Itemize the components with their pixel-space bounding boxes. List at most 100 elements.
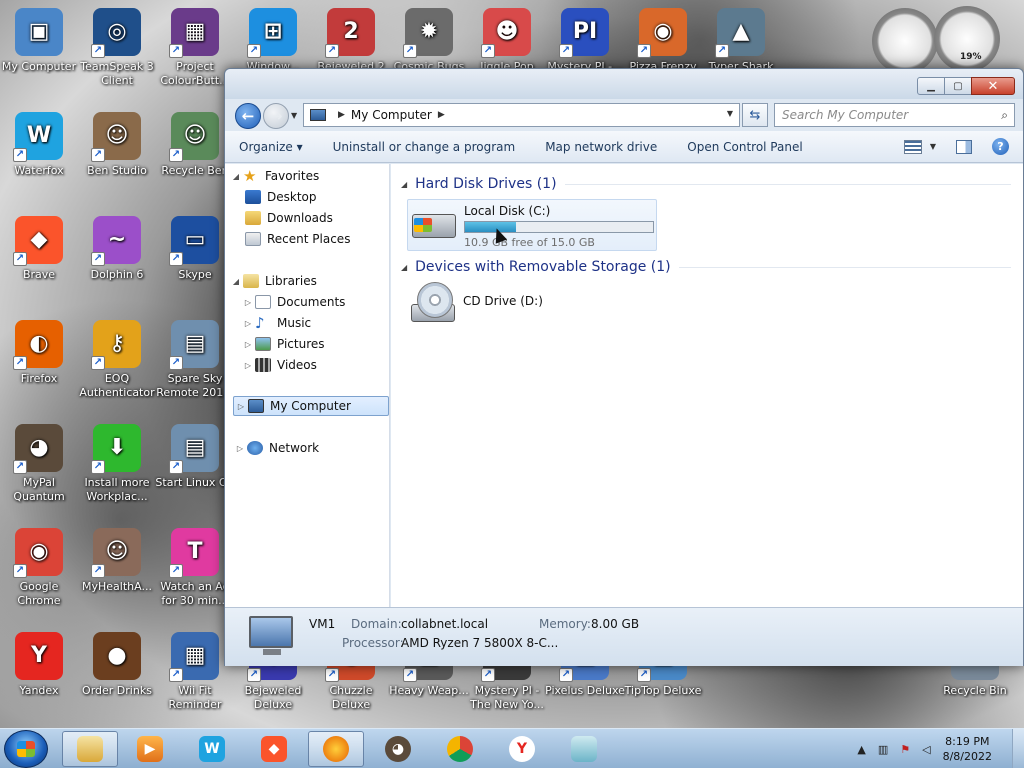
action-center-icon[interactable]: ⚑ [900,743,910,756]
address-text[interactable]: My Computer [351,108,432,122]
open-control-panel-button[interactable]: Open Control Panel [687,140,802,154]
myhealth-icon: ☺ ↗ [91,528,141,578]
desktop-icon-watch-ad[interactable]: T ↗ Watch an Ad for 30 min... [156,528,234,626]
back-button[interactable]: ← [235,103,261,129]
collapsed-triangle-icon[interactable]: ▷ [233,444,247,453]
group-hard-disk-drives[interactable]: ◢ Hard Disk Drives (1) [401,176,1011,192]
desktop-icon-mypal[interactable]: ◕ ↗ MyPal Quantum [0,424,78,522]
breadcrumb-chevron-icon[interactable]: ▶ [438,110,445,120]
clock[interactable]: 8:19 PM 8/8/2022 [943,734,992,764]
collapsed-triangle-icon[interactable]: ▷ [241,319,255,328]
minimize-button[interactable]: ▁ [917,77,945,95]
desktop-icon-label: Heavy Weap... [389,684,469,697]
desktop-icon-label: EOQ Authenticator [79,372,155,399]
pictures-icon [255,337,271,351]
taskbar-mypal[interactable]: ◕ [370,731,426,767]
help-icon[interactable]: ? [992,138,1009,155]
desktop-icon-label: Install more Workplac... [84,476,150,503]
desktop-icon-firefox[interactable]: ◐ ↗ Firefox [0,320,78,418]
nav-favorites[interactable]: ◢ ★ Favorites [229,166,319,186]
start-button[interactable] [4,730,48,768]
taskbar-waterfox[interactable]: W [184,731,240,767]
desktop-icon-waterfox[interactable]: W ↗ Waterfox [0,112,78,210]
nav-music[interactable]: ▷ ♪ Music [241,313,311,333]
jiggle-pop-icon: ☻ ↗ [481,8,531,58]
view-options-dropdown-icon[interactable]: ▼ [930,142,936,151]
desktop-icon-linux[interactable]: ▤ ↗ Start Linux OS [155,424,235,522]
address-dropdown-icon[interactable]: ▼ [727,109,733,118]
coffee-icon: ● [93,632,141,680]
taskbar-chrome[interactable] [432,731,488,767]
desktop-icon-project[interactable]: ▦ ↗ Project ColourButt... [156,8,234,106]
desktop-icon-skype[interactable]: ▭ ↗ Skype [156,216,234,314]
breadcrumb-chevron-icon[interactable]: ▶ [338,110,345,120]
hard-drive-icon [408,200,460,246]
desktop-icon-install[interactable]: ⬇ ↗ Install more Workplac... [78,424,156,522]
search-icon[interactable]: ⌕ [1001,108,1008,123]
drive-d[interactable]: CD Drive (D:) [407,282,657,334]
taskbar-explorer[interactable] [62,731,118,767]
collapsed-triangle-icon[interactable]: ▷ [241,340,255,349]
taskbar-brave[interactable]: ◆ [246,731,302,767]
expanded-triangle-icon[interactable]: ◢ [229,277,243,286]
close-button[interactable]: ✕ [971,77,1015,95]
collapsed-triangle-icon[interactable]: ▷ [241,361,255,370]
desktop-icon-dolphin[interactable]: ~ ↗ Dolphin 6 [78,216,156,314]
recent-pages-dropdown[interactable]: ▼ [291,111,297,120]
desktop-icon-brave[interactable]: ◆ ↗ Brave [0,216,78,314]
taskbar-notepad[interactable] [556,731,612,767]
uninstall-program-button[interactable]: Uninstall or change a program [333,140,516,154]
collapsed-triangle-icon[interactable]: ▷ [241,298,255,307]
desktop-icon-myhealth[interactable]: ☺ ↗ MyHealthA... [78,528,156,626]
refresh-button[interactable]: ⇆ [742,103,768,127]
change-view-icon[interactable] [903,139,922,154]
expanded-triangle-icon[interactable]: ◢ [229,172,243,181]
desktop-icon-key[interactable]: ⚷ ↗ EOQ Authenticator [78,320,156,418]
nav-network[interactable]: ▷ Network [233,438,319,458]
shortcut-arrow-icon: ↗ [559,668,573,682]
group-removable-storage[interactable]: ◢ Devices with Removable Storage (1) [401,259,1011,275]
nav-pictures[interactable]: ▷ Pictures [241,334,325,354]
desktop-icon-calendar[interactable]: ▦ ↗ Wii Fit Reminder [156,632,234,730]
nav-recent-places[interactable]: Recent Places [245,229,350,249]
desktop-icon-ben-studio[interactable]: ☺ ↗ Ben Studio [78,112,156,210]
explorer-window: ▁ ▢ ✕ ← → ▼ ▶ My Computer ▶ ▼ ⇆ Search M… [224,68,1024,666]
expanded-triangle-icon[interactable]: ◢ [401,180,407,189]
forward-button[interactable]: → [263,103,289,129]
show-hidden-icons-icon[interactable]: ▲ [857,743,865,756]
network-tray-icon[interactable]: ▥ [878,743,888,756]
address-bar[interactable]: ▶ My Computer ▶ ▼ [303,103,740,127]
maximize-button[interactable]: ▢ [944,77,972,95]
desktop-icon-label: Yandex [19,684,59,697]
nav-libraries[interactable]: ◢ Libraries [229,271,317,291]
volume-icon[interactable]: ◁ [922,743,930,756]
desktop-icon-teamspeak[interactable]: ◎ ↗ TeamSpeak 3 Client [78,8,156,106]
command-bar: Organize ▾ Uninstall or change a program… [225,131,1023,163]
search-input[interactable]: Search My Computer ⌕ [774,103,1015,127]
desktop-icon-yandex[interactable]: Y Yandex [0,632,78,730]
nav-documents[interactable]: ▷ Documents [241,292,345,312]
desktop-icon-spare-sky[interactable]: ▤ ↗ Spare Sky Remote 201... [156,320,234,418]
taskbar-yandex[interactable]: Y [494,731,550,767]
show-desktop-button[interactable] [1012,729,1024,768]
desktop-icon-coffee[interactable]: ● Order Drinks [78,632,156,730]
desktop-icon-computer[interactable]: ▣ My Computer [0,8,78,106]
title-bar[interactable]: ▁ ▢ ✕ [225,69,1023,99]
preview-pane-icon[interactable] [956,139,972,154]
collapsed-triangle-icon[interactable]: ▷ [234,402,248,411]
nav-desktop[interactable]: Desktop [245,187,317,207]
nav-my-computer[interactable]: ▷ My Computer [233,396,389,416]
desktop-icon-label: MyPal Quantum [13,476,65,503]
taskbar-firefox[interactable] [308,731,364,767]
organize-button[interactable]: Organize ▾ [239,140,303,154]
nav-downloads[interactable]: Downloads [245,208,333,228]
expanded-triangle-icon[interactable]: ◢ [401,263,407,272]
drive-c[interactable]: Local Disk (C:) 10.9 GB free of 15.0 GB [407,199,657,251]
nav-videos[interactable]: ▷ Videos [241,355,317,375]
desktop-icon-recycle-ben[interactable]: ☺ ↗ Recycle Ben [156,112,234,210]
desktop-icon-chrome[interactable]: ◉ ↗ Google Chrome [0,528,78,626]
map-network-drive-button[interactable]: Map network drive [545,140,657,154]
taskbar-media-player[interactable]: ▶ [122,731,178,767]
desktop-icon-label: Dolphin 6 [90,268,144,281]
desktop-icon-label: Order Drinks [82,684,152,697]
